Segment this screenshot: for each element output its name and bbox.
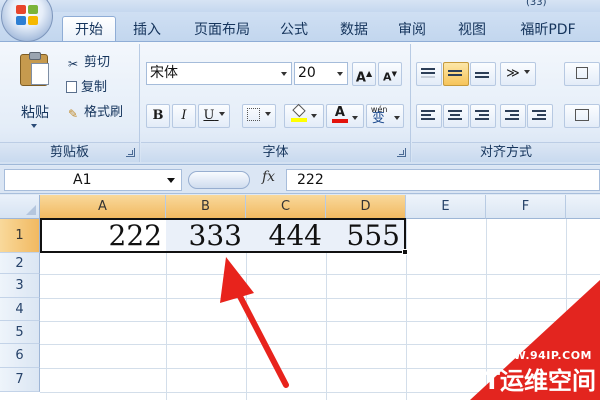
ribbon: 粘贴 ✂ 剪切 复制 ✎ 格式刷 剪贴板 宋体 20 A▲ A▼ B I U A… (0, 41, 600, 165)
tab-view[interactable]: 视图 (450, 18, 494, 42)
chevron-down-icon (352, 116, 359, 120)
chevron-down-icon (311, 114, 318, 118)
chevron-down-icon (167, 178, 175, 183)
tab-data[interactable]: 数据 (332, 18, 376, 42)
copy-label: 复制 (81, 80, 108, 95)
italic-button[interactable]: I (172, 104, 196, 128)
clipboard-icon (20, 52, 49, 86)
tab-review[interactable]: 审阅 (390, 18, 434, 42)
chevron-down-icon (337, 72, 343, 76)
wrap-text-button[interactable] (564, 62, 600, 86)
formula-input[interactable]: 222 (286, 169, 600, 191)
align-middle-icon (448, 68, 462, 80)
tab-home[interactable]: 开始 (62, 16, 116, 44)
decrease-indent-icon (505, 110, 519, 122)
align-top-button[interactable] (416, 62, 442, 86)
paste-label: 粘贴 (21, 105, 49, 121)
grow-font-button[interactable]: A▲ (352, 62, 376, 86)
tab-foxit-pdf[interactable]: 福昕PDF (510, 18, 586, 42)
align-left-button[interactable] (416, 104, 442, 128)
align-left-icon (421, 110, 435, 122)
alignment-group-label: 对齐方式 (412, 142, 600, 162)
merge-center-button[interactable] (564, 104, 600, 128)
dialog-launcher-icon[interactable] (397, 148, 406, 157)
borders-button[interactable] (242, 104, 276, 128)
watermark-brand: IT运维空间 (474, 367, 596, 395)
font-color-button[interactable]: A (326, 104, 364, 128)
office-logo-icon (16, 5, 40, 27)
font-size-value: 20 (298, 65, 316, 81)
paste-button[interactable]: 粘贴 (12, 52, 58, 134)
tab-formulas[interactable]: 公式 (272, 18, 316, 42)
tab-page-layout[interactable]: 页面布局 (184, 18, 260, 42)
cut-label: 剪切 (84, 55, 111, 70)
text-orientation-icon: ≫ (506, 66, 520, 81)
dialog-launcher-icon[interactable] (126, 148, 135, 157)
title-bar: (33) (0, 0, 600, 12)
chevron-down-icon (281, 72, 287, 76)
align-top-icon (421, 68, 435, 80)
chevron-down-icon (394, 116, 401, 120)
font-size-select[interactable]: 20 (294, 62, 348, 85)
increase-indent-icon (532, 110, 546, 122)
align-middle-button[interactable] (443, 62, 469, 86)
formula-buttons: fx (184, 169, 284, 191)
increase-indent-button[interactable] (527, 104, 553, 128)
orientation-button[interactable]: ≫ (500, 62, 536, 86)
chevron-down-icon (523, 70, 530, 74)
underline-button[interactable]: U (198, 104, 230, 128)
ribbon-tabs: 开始 插入 页面布局 公式 数据 审阅 视图 福昕PDF (0, 12, 600, 44)
paintbrush-icon: ✎ (67, 107, 79, 121)
name-box[interactable]: A1 (4, 169, 182, 191)
align-bottom-icon (475, 68, 489, 80)
watermark: WWW.94IP.COM IT运维空间 (470, 280, 600, 400)
insert-function-button[interactable]: fx (262, 169, 275, 185)
formula-pill[interactable] (188, 171, 250, 189)
chevron-down-icon (31, 124, 37, 128)
paint-bucket-icon (290, 103, 307, 122)
align-center-button[interactable] (443, 104, 469, 128)
clipboard-group-label: 剪贴板 (0, 142, 139, 162)
wrap-text-icon (576, 67, 588, 79)
clipboard-group: 粘贴 ✂ 剪切 复制 ✎ 格式刷 剪贴板 (0, 44, 140, 162)
chevron-down-icon (264, 112, 271, 116)
border-grid-icon (247, 108, 261, 121)
bold-button[interactable]: B (146, 104, 170, 128)
window-title: (33) (526, 0, 547, 8)
font-group-label: 字体 (141, 142, 410, 162)
decrease-indent-button[interactable] (500, 104, 526, 128)
copy-button[interactable]: 复制 (66, 77, 107, 99)
font-name-select[interactable]: 宋体 (146, 62, 292, 85)
alignment-group: ≫ 对齐方式 (412, 44, 600, 162)
name-box-value: A1 (73, 172, 92, 188)
shrink-font-label: A (383, 70, 392, 84)
align-center-icon (448, 110, 462, 122)
shrink-font-button[interactable]: A▼ (378, 62, 402, 86)
fill-color-button[interactable] (284, 103, 324, 128)
formula-bar: A1 fx 222 (0, 166, 600, 194)
align-bottom-button[interactable] (470, 62, 496, 86)
align-right-button[interactable] (470, 104, 496, 128)
merge-cells-icon (575, 109, 589, 121)
cut-button[interactable]: ✂ 剪切 (66, 52, 110, 74)
font-group: 宋体 20 A▲ A▼ B I U A wén 变 字体 (141, 44, 411, 162)
phonetic-glyph: 变 (371, 111, 385, 126)
copy-icon (66, 81, 77, 93)
format-painter-button[interactable]: ✎ 格式刷 (66, 102, 123, 124)
phonetic-icon: wén 变 (370, 105, 390, 126)
font-name-value: 宋体 (150, 65, 178, 81)
font-color-icon: A (331, 105, 348, 123)
chevron-down-icon (218, 112, 225, 116)
align-right-icon (475, 110, 489, 122)
phonetic-button[interactable]: wén 变 (366, 104, 404, 128)
grow-font-label: A (355, 70, 366, 86)
format-painter-label: 格式刷 (84, 105, 124, 120)
tab-insert[interactable]: 插入 (124, 18, 170, 42)
underline-label: U (203, 108, 215, 123)
scissors-icon: ✂ (67, 57, 79, 71)
